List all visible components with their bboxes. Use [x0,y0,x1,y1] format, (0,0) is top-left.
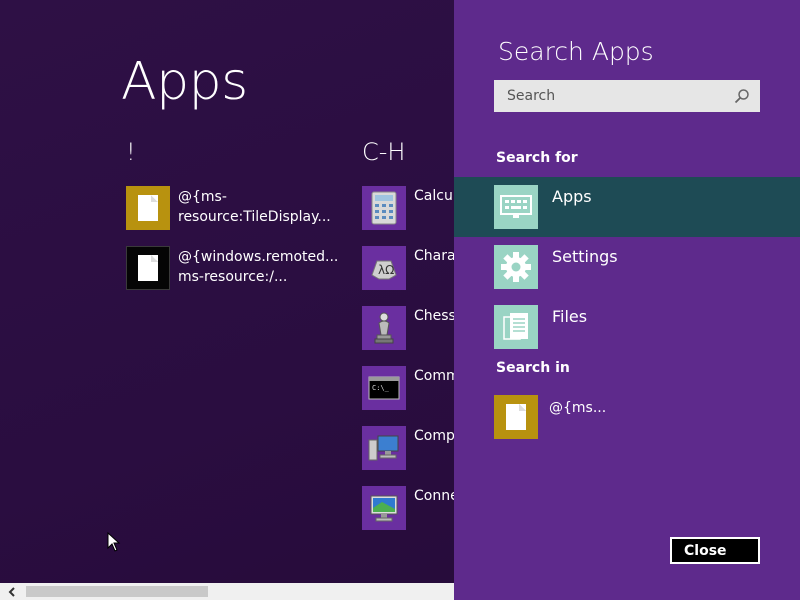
mouse-pointer-icon [107,532,121,552]
app-tile [362,426,406,470]
scope-label: Files [552,307,588,326]
scope-apps[interactable]: Apps [454,177,800,237]
group-header-exclamation[interactable]: ! [126,137,136,167]
app-label: Calcula [414,188,454,204]
remote-desktop-icon [370,495,398,522]
app-label: Comp [414,428,454,444]
search-input[interactable] [494,87,739,105]
app-chess[interactable]: Chess [362,306,454,350]
search-charm-pane: Search Apps Search for Apps [454,0,800,600]
files-icon [503,313,528,340]
app-label: Chara [414,248,454,264]
command-prompt-icon: C:\_ [368,376,400,400]
svg-text:λΩ: λΩ [378,263,394,277]
app-tile [362,186,406,230]
app-command-prompt[interactable]: C:\_ Comm [362,366,454,410]
app-tile [362,486,406,530]
scope-label: Settings [552,247,618,266]
app-tile [126,246,170,290]
app-tile: λΩ [362,246,406,290]
scope-settings[interactable]: Settings [454,237,800,297]
scroll-left-button[interactable] [0,583,24,600]
search-icon[interactable] [734,88,750,104]
scope-label: Apps [552,187,592,206]
app-label-line-1: @{ms- [178,189,227,205]
document-icon [138,195,158,221]
calculator-icon [371,191,397,225]
app-label: Chess [414,308,454,324]
scope-tile [494,245,538,289]
search-for-label: Search for [496,150,578,166]
document-icon [506,404,526,430]
character-map-icon: λΩ [371,260,397,280]
close-button[interactable]: Close [670,537,760,564]
app-label-line-1: @{windows.remoted... [178,249,339,265]
app-computer[interactable]: Comp [362,426,454,470]
horizontal-scrollbar[interactable] [0,583,454,600]
app-label-line-2: ms-resource:/... [178,269,288,285]
search-box[interactable] [494,80,760,112]
scrollbar-thumb[interactable] [26,586,208,597]
app-windows-remoted[interactable]: @{windows.remoted... ms-resource:/... [126,246,338,290]
app-tile: C:\_ [362,366,406,410]
app-tile-display[interactable]: @{ms- resource:TileDisplay... [126,186,331,230]
app-tile [126,186,170,230]
app-label: @{ms- resource:TileDisplay... [178,187,331,227]
search-in-tile [494,395,538,439]
app-remote-desktop[interactable]: Conne [362,486,454,530]
document-icon [138,255,158,281]
app-tile [362,306,406,350]
charm-title: Search Apps [498,37,654,66]
page-title: Apps [121,52,248,112]
chess-icon [374,312,394,344]
search-in-app[interactable]: @{ms... [494,395,606,439]
scope-tile [494,305,538,349]
app-label: @{windows.remoted... ms-resource:/... [178,247,338,287]
app-label: Comm [414,368,454,384]
settings-gear-icon [501,252,531,282]
app-character-map[interactable]: λΩ Chara [362,246,454,290]
app-label: Conne [414,488,454,504]
search-in-label: Search in [496,360,570,376]
app-calculator[interactable]: Calcula [362,186,454,230]
search-in-label-text: @{ms... [549,400,607,416]
apps-keyboard-icon [500,195,532,218]
chevron-left-icon [8,586,15,597]
scope-files[interactable]: Files [454,297,800,357]
app-label-line-2: resource:TileDisplay... [178,209,331,225]
group-header-c-h[interactable]: C-H [362,137,405,167]
scope-tile [494,185,538,229]
svg-text:C:\_: C:\_ [372,384,390,392]
computer-icon [368,435,399,461]
